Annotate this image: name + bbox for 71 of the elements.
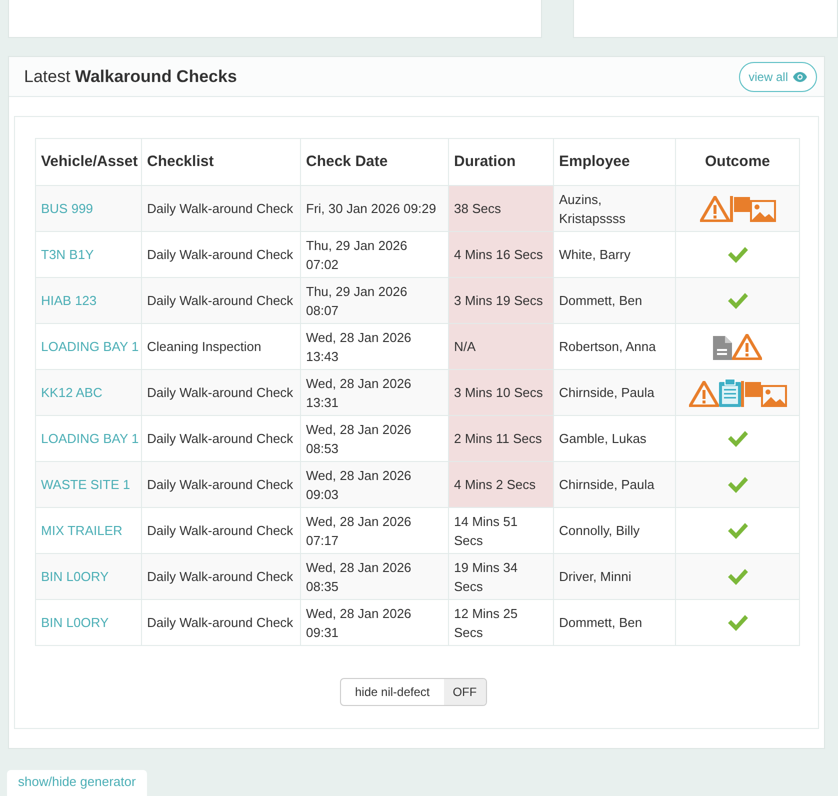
- table-cell: Dommett, Ben: [559, 615, 642, 630]
- table-cell: Cleaning Inspection: [147, 339, 262, 354]
- table-cell: Daily Walk-around Check: [147, 523, 294, 538]
- table-cell: Daily Walk-around Check: [147, 569, 294, 584]
- table-cell: Dommett, Ben: [559, 293, 642, 308]
- table-cell: Auzins, Kristapssss: [559, 192, 626, 226]
- table-cell: Thu, 29 Jan 2026 07:02: [306, 238, 408, 272]
- table-cell: Daily Walk-around Check: [147, 615, 294, 630]
- warning-icon: [700, 196, 730, 222]
- nil-defect-toggle[interactable]: hide nil-defect OFF: [340, 678, 487, 706]
- table-cell: Wed, 28 Jan 2026 09:03: [306, 468, 412, 502]
- asset-link[interactable]: KK12 ABC: [41, 385, 102, 400]
- flag-icon: [740, 380, 760, 406]
- table-cell: Gamble, Lukas: [559, 431, 646, 446]
- panel-title: Latest Walkaround Checks: [24, 66, 237, 88]
- show-hide-generator-button[interactable]: show/hide generator: [7, 770, 147, 796]
- table-cell: Daily Walk-around Check: [147, 431, 294, 446]
- table-cell: Daily Walk-around Check: [147, 201, 294, 216]
- column-header: Vehicle/Asset: [41, 152, 138, 170]
- asset-link[interactable]: HIAB 123: [41, 293, 97, 308]
- document-icon: [713, 336, 732, 360]
- column-header: Duration: [454, 152, 516, 170]
- table-cell: 38 Secs: [454, 201, 501, 216]
- check-icon: [726, 246, 748, 264]
- image-icon: [760, 384, 786, 406]
- warning-icon: [688, 380, 718, 406]
- table-cell: Wed, 28 Jan 2026 09:31: [306, 606, 412, 640]
- clipboard-icon: [718, 378, 740, 406]
- eye-icon: [793, 72, 807, 82]
- table-cell: 3 Mins 10 Secs: [454, 385, 543, 400]
- image-icon: [750, 200, 776, 222]
- table-cell: Fri, 30 Jan 2026 09:29: [306, 201, 436, 216]
- table-cell: White, Barry: [559, 247, 631, 262]
- table-cell: 12 Mins 25 Secs: [454, 606, 518, 640]
- asset-link[interactable]: T3N B1Y: [41, 247, 94, 262]
- table-cell: Chirnside, Paula: [559, 477, 654, 492]
- table-cell: Daily Walk-around Check: [147, 477, 294, 492]
- table-cell: Connolly, Billy: [559, 523, 640, 538]
- check-icon: [726, 568, 748, 586]
- warning-icon: [732, 334, 762, 360]
- table-cell: Wed, 28 Jan 2026 07:17: [306, 514, 412, 548]
- table-cell: 4 Mins 16 Secs: [454, 247, 543, 262]
- table-cell: Wed, 28 Jan 2026 08:35: [306, 560, 412, 594]
- table-cell: Wed, 28 Jan 2026 13:43: [306, 330, 412, 364]
- check-icon: [726, 430, 748, 448]
- check-icon: [726, 614, 748, 632]
- check-icon: [726, 522, 748, 540]
- view-all-button[interactable]: view all: [738, 62, 817, 92]
- table-cell: Wed, 28 Jan 2026 08:53: [306, 422, 412, 456]
- table-cell: 3 Mins 19 Secs: [454, 293, 543, 308]
- table-cell: 4 Mins 2 Secs: [454, 477, 536, 492]
- table-cell: Chirnside, Paula: [559, 385, 654, 400]
- flag-icon: [730, 196, 750, 222]
- column-header: Check Date: [306, 152, 388, 170]
- check-icon: [726, 292, 748, 310]
- column-header: Checklist: [147, 152, 214, 170]
- check-icon: [726, 476, 748, 494]
- table-cell: Wed, 28 Jan 2026 13:31: [306, 376, 412, 410]
- table-cell: 19 Mins 34 Secs: [454, 560, 518, 594]
- table-cell: 14 Mins 51 Secs: [454, 514, 518, 548]
- table-cell: Robertson, Anna: [559, 339, 656, 354]
- table-cell: Daily Walk-around Check: [147, 247, 294, 262]
- table-cell: Thu, 29 Jan 2026 08:07: [306, 284, 408, 318]
- table-cell: 2 Mins 11 Secs: [454, 431, 542, 446]
- table-cell: Daily Walk-around Check: [147, 293, 294, 308]
- table-cell: N/A: [454, 339, 476, 354]
- table-cell: Daily Walk-around Check: [147, 385, 294, 400]
- asset-link[interactable]: BUS 999: [41, 201, 94, 216]
- column-header: Outcome: [704, 152, 770, 170]
- table-cell: Driver, Minni: [559, 569, 632, 584]
- column-header: Employee: [559, 152, 630, 170]
